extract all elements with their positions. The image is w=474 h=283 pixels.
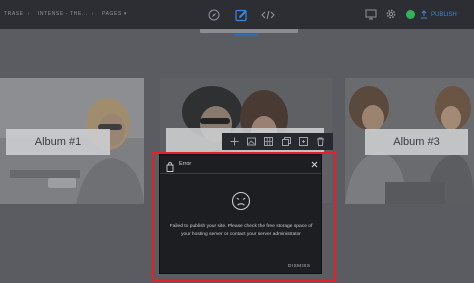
album-label-1: Album #1	[6, 129, 110, 155]
top-bar: TRASE › INTENSE - THE... › PAGES ▾ PUBLI…	[0, 0, 474, 29]
mode-switcher	[205, 6, 277, 24]
error-message: Failed to publish your site. Please chec…	[169, 224, 313, 237]
dialog-header: Error	[160, 155, 321, 174]
settings-icon[interactable]	[384, 6, 398, 22]
section-heading	[200, 29, 320, 37]
sad-face-icon	[231, 191, 251, 216]
breadcrumb-item-site[interactable]: INTENSE - THE...	[38, 11, 88, 17]
dismiss-button[interactable]: DISMISS	[288, 263, 310, 268]
breadcrumb-separator: ›	[91, 11, 94, 17]
breadcrumb: TRASE › INTENSE - THE... › PAGES ▾	[0, 9, 127, 19]
upload-icon	[421, 10, 427, 19]
grid-icon[interactable]	[263, 136, 274, 147]
chevron-down-icon[interactable]: ▾	[124, 11, 127, 17]
close-icon[interactable]	[309, 159, 319, 169]
edit-icon[interactable]	[232, 6, 250, 24]
copy-icon[interactable]	[281, 136, 292, 147]
dialog-title: Error	[179, 161, 192, 167]
monitor-icon[interactable]	[364, 6, 378, 22]
album-label-3: Album #3	[365, 129, 468, 155]
move-icon[interactable]	[229, 136, 240, 147]
publish-label: PUBLISH	[431, 11, 457, 18]
view-controls	[364, 6, 415, 22]
link-icon[interactable]	[298, 136, 309, 147]
image-icon[interactable]	[246, 136, 257, 147]
error-dialog: Error Failed to publish your site. Pleas…	[159, 154, 322, 274]
status-indicator	[406, 9, 415, 19]
breadcrumb-item-pages[interactable]: PAGES	[102, 11, 122, 17]
heading-underline	[234, 34, 258, 36]
element-toolbar	[222, 133, 333, 150]
code-icon[interactable]	[259, 6, 277, 24]
heading-text-block	[200, 29, 298, 33]
shopping-bag-icon	[166, 159, 174, 177]
trash-icon[interactable]	[315, 136, 326, 147]
compass-icon[interactable]	[205, 6, 223, 24]
breadcrumb-separator: ›	[27, 11, 30, 17]
breadcrumb-item-trash[interactable]: TRASE	[4, 11, 24, 17]
publish-button[interactable]: PUBLISH	[420, 8, 474, 21]
